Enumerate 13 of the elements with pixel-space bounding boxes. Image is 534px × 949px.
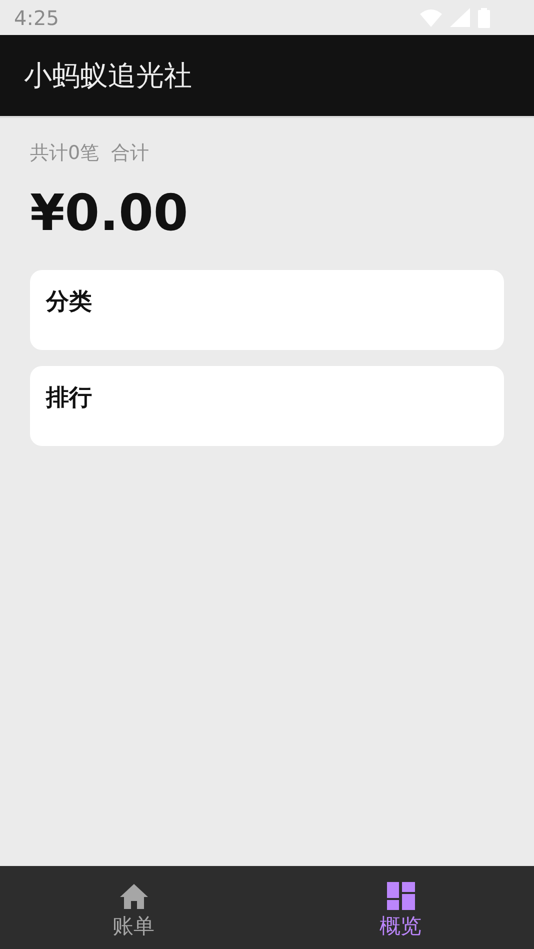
record-count: 共计0笔 xyxy=(30,141,100,166)
status-time: 4:25 xyxy=(14,6,59,30)
app-title: 小蚂蚁追光社 xyxy=(24,58,192,94)
card-title: 分类 xyxy=(46,289,92,315)
home-icon xyxy=(118,882,148,910)
total-label: 合计 xyxy=(111,141,150,166)
section-card[interactable]: 分类 xyxy=(30,270,504,350)
card-title: 排行 xyxy=(46,385,92,411)
nav-tab[interactable]: 账单 xyxy=(0,866,267,949)
total-amount: ¥0.00 xyxy=(30,184,190,242)
nav-tab[interactable]: 概览 xyxy=(267,866,534,949)
dashboard-icon xyxy=(386,882,414,910)
section-card[interactable]: 排行 xyxy=(30,366,504,446)
